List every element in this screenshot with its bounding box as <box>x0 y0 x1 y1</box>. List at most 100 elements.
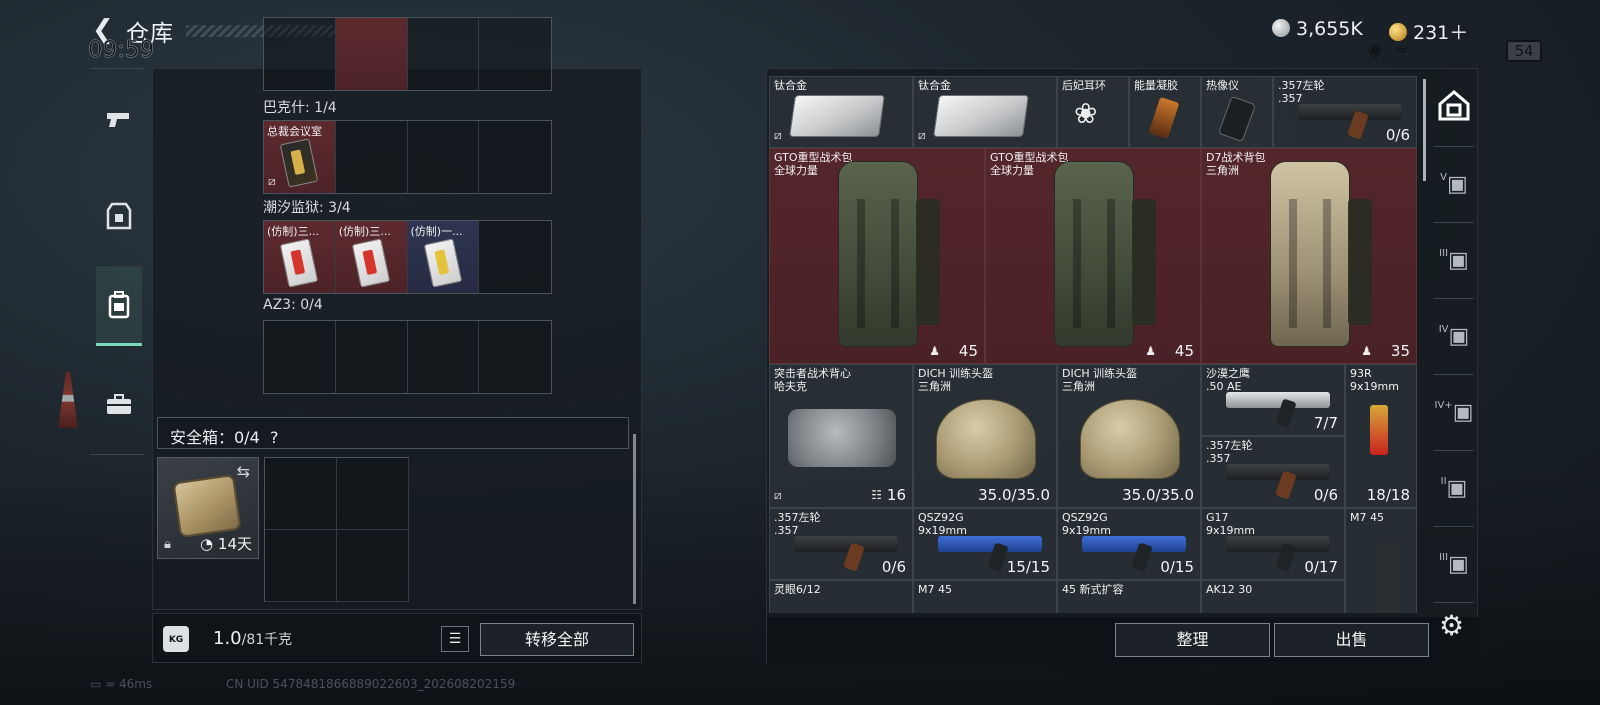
keycard-name: 总裁会议室 <box>267 125 322 138</box>
warehouse-item[interactable]: GTO重型战术包 全球力量 ♟ 45 <box>769 148 985 364</box>
warehouse-item[interactable]: G17 9x19mm 0/17 <box>1201 508 1345 580</box>
safe-slot[interactable] <box>337 530 409 602</box>
keycard-slot[interactable] <box>479 221 551 293</box>
keycard-slot[interactable] <box>408 321 480 393</box>
warehouse-tab[interactable]: III▣ <box>1428 230 1480 290</box>
nav-backpack-button[interactable] <box>96 266 142 346</box>
warehouse-item[interactable]: .357左轮 .357 0/6 <box>769 508 913 580</box>
warehouse-tab[interactable]: II▣ <box>1428 458 1480 518</box>
keycard-slot[interactable] <box>264 321 336 393</box>
tactical-vest-image <box>788 409 896 467</box>
warehouse-tab[interactable]: V▣ <box>1428 154 1480 214</box>
backpack-image <box>1270 161 1350 347</box>
item-name: M7 45 <box>1350 511 1384 524</box>
warehouse-item[interactable]: M7 45 <box>913 580 1057 613</box>
item-name: QSZ92G <box>1062 511 1108 524</box>
titanium-ingot-image <box>789 95 885 137</box>
swap-icon[interactable]: ⇆ <box>237 462 250 481</box>
warehouse-item[interactable]: GTO重型战术包 全球力量 ♟ 45 <box>985 148 1201 364</box>
item-name: 能量凝胶 <box>1134 79 1178 92</box>
item-quantity: 35.0/35.0 <box>1122 486 1194 504</box>
warehouse-tab[interactable] <box>1428 78 1480 138</box>
pocket-slot[interactable] <box>408 18 480 90</box>
gold-coin-icon <box>1389 23 1407 41</box>
warehouse-item[interactable]: 后妃耳环 ❀ <box>1057 76 1129 148</box>
carry-weight-max: /81千克 <box>241 632 293 648</box>
left-panel-scrollbar[interactable] <box>633 434 636 604</box>
energy-gel-image <box>1148 96 1180 140</box>
keycard-slot[interactable] <box>479 121 551 193</box>
nav-case-button[interactable] <box>96 364 142 444</box>
warehouse-item[interactable]: 钛合金 ⧄ <box>769 76 913 148</box>
item-name: 钛合金 <box>774 79 807 92</box>
sell-button[interactable]: 出售 <box>1274 623 1429 657</box>
weight-capacity-icon: ♟ <box>1145 344 1156 358</box>
item-quantity: 45 <box>1174 342 1194 360</box>
warehouse-tab[interactable]: IV+▣ <box>1428 382 1480 442</box>
item-subtitle: 9x19mm <box>1062 524 1111 537</box>
keycard-slot[interactable] <box>336 321 408 393</box>
item-name: GTO重型战术包 <box>774 151 853 164</box>
warehouse-item[interactable]: 93R 9x19mm 18/18 <box>1345 364 1417 508</box>
list-view-button[interactable]: ☰ <box>441 626 469 652</box>
warehouse-item[interactable]: QSZ92G 9x19mm 15/15 <box>913 508 1057 580</box>
nav-armor-button[interactable] <box>96 176 142 256</box>
warehouse-item[interactable]: DICH 训练头盔 三角洲 35.0/35.0 <box>1057 364 1201 508</box>
vault-iv-add-icon: IV+▣ <box>1434 399 1474 425</box>
warehouse-item[interactable]: 沙漠之鹰 .50 AE 7/7 <box>1201 364 1345 436</box>
settings-gear-icon[interactable]: ⚙ <box>1439 609 1464 642</box>
home-vault-icon <box>1437 88 1471 128</box>
warehouse-item[interactable]: 钛合金 ⧄ <box>913 76 1057 148</box>
keycard-slot[interactable]: (仿制)三... <box>335 221 408 293</box>
keycard-slot[interactable]: (仿制)一... <box>407 221 480 293</box>
safe-slot[interactable] <box>265 530 337 602</box>
warehouse-scrollbar[interactable] <box>1423 79 1426 181</box>
keycard-name: (仿制)三... <box>338 225 391 238</box>
silver-currency-value: 3,655K <box>1296 18 1363 40</box>
pocket-slot[interactable] <box>335 18 408 90</box>
warehouse-item[interactable]: .357左轮 .357 0/6 <box>1201 436 1345 508</box>
item-name: 热像仪 <box>1206 79 1239 92</box>
side-pouch <box>916 199 940 325</box>
warehouse-item[interactable]: DICH 训练头盔 三角洲 35.0/35.0 <box>913 364 1057 508</box>
transfer-all-button[interactable]: 转移全部 <box>480 623 634 656</box>
warehouse-item[interactable]: D7战术背包 三角洲 ♟ 35 <box>1201 148 1417 364</box>
item-name: D7战术背包 <box>1206 151 1266 164</box>
warehouse-item[interactable]: 突击者战术背心 哈夫克 ⧄ ☷ 16 <box>769 364 913 508</box>
warehouse-item[interactable]: AK12 30 <box>1201 580 1345 613</box>
item-subtitle: .50 AE <box>1206 380 1242 393</box>
keycard-slot[interactable]: (仿制)三... <box>264 221 336 293</box>
safe-slot[interactable] <box>265 458 337 530</box>
safe-box-item[interactable]: ⇆ 🔒︎ ◔ 14天 <box>157 457 259 559</box>
sort-button[interactable]: 整理 <box>1115 623 1270 657</box>
warehouse-item[interactable]: M7 45 <box>1345 508 1417 613</box>
vault-iii-icon: III▣ <box>1439 247 1469 273</box>
warehouse-item[interactable]: .357左轮 .357 0/6 <box>1273 76 1417 148</box>
weight-icon: KG <box>163 626 189 652</box>
system-clock: 09:59 <box>88 37 155 64</box>
item-quantity: 7/7 <box>1313 414 1338 432</box>
warehouse-item[interactable]: QSZ92G 9x19mm 0/15 <box>1057 508 1201 580</box>
keycard-slot[interactable]: 总裁会议室 ⧄ <box>264 121 336 193</box>
warehouse-item[interactable]: 热像仪 <box>1201 76 1273 148</box>
pocket-slot[interactable] <box>264 18 336 90</box>
user-uid: CN UID 5478481866889022603_202608202159 <box>226 677 516 691</box>
safe-box-days: 14天 <box>217 535 252 553</box>
silver-coin-icon <box>1272 19 1290 37</box>
nav-pistol-button[interactable] <box>96 80 142 160</box>
item-subtitle: .357 <box>1278 92 1303 105</box>
safe-slot[interactable] <box>337 458 409 530</box>
warehouse-item[interactable]: 灵眼6/12 <box>769 580 913 613</box>
keycard-slot[interactable] <box>336 121 408 193</box>
keycard-image <box>351 238 390 288</box>
keycard-image <box>423 238 462 288</box>
warehouse-item[interactable]: 能量凝胶 <box>1129 76 1201 148</box>
warehouse-tab[interactable]: III▣ <box>1428 534 1480 594</box>
help-icon[interactable]: ? <box>270 428 279 447</box>
warehouse-tab[interactable]: IV▣ <box>1428 306 1480 366</box>
keycard-slot[interactable] <box>408 121 480 193</box>
keycard-slot[interactable] <box>479 321 551 393</box>
item-quantity: 16 <box>886 486 906 504</box>
pocket-slot[interactable] <box>479 18 551 90</box>
warehouse-item[interactable]: 45 新式扩容 <box>1057 580 1201 613</box>
